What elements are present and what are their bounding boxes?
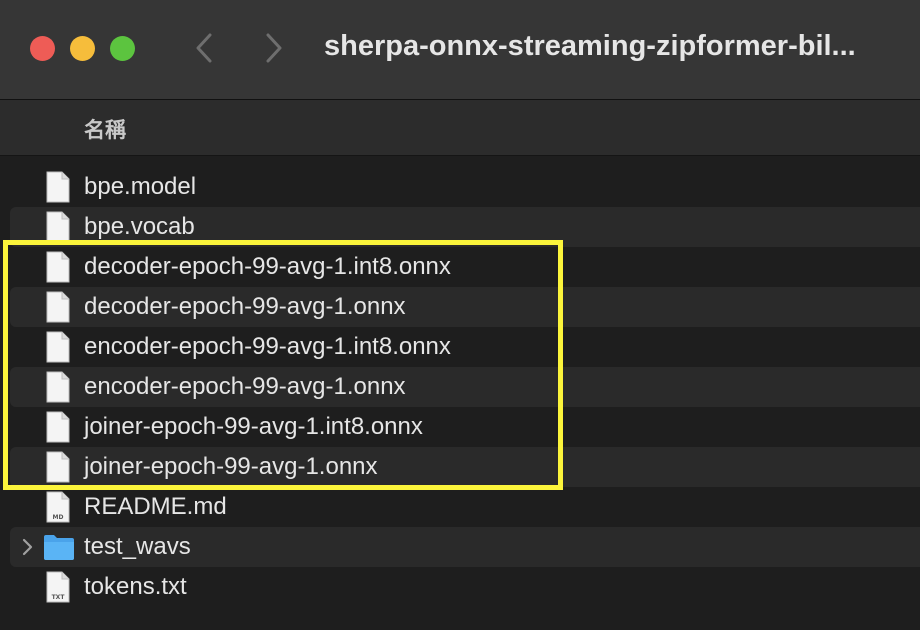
- file-name: decoder-epoch-99-avg-1.onnx: [84, 293, 406, 320]
- file-row[interactable]: encoder-epoch-99-avg-1.int8.onnx: [0, 327, 920, 367]
- chevron-left-icon: [196, 33, 212, 63]
- folder-icon: [44, 535, 74, 560]
- file-name: encoder-epoch-99-avg-1.int8.onnx: [84, 333, 451, 360]
- zoom-window-button[interactable]: [110, 36, 135, 61]
- column-header: 名稱: [0, 100, 920, 156]
- text-file-icon: TXT: [46, 571, 70, 603]
- name-column-header[interactable]: 名稱: [84, 114, 126, 144]
- file-row[interactable]: MD README.md: [0, 487, 920, 527]
- file-name: joiner-epoch-99-avg-1.int8.onnx: [84, 413, 423, 440]
- file-row[interactable]: encoder-epoch-99-avg-1.onnx: [0, 367, 920, 407]
- document-icon: [46, 411, 70, 443]
- document-icon: [46, 251, 70, 283]
- file-name: encoder-epoch-99-avg-1.onnx: [84, 373, 406, 400]
- file-row[interactable]: bpe.model: [0, 167, 920, 207]
- file-name: bpe.model: [84, 173, 197, 200]
- file-name: tokens.txt: [84, 573, 187, 600]
- file-row[interactable]: joiner-epoch-99-avg-1.int8.onnx: [0, 407, 920, 447]
- file-name: bpe.vocab: [84, 213, 195, 240]
- document-icon: [46, 171, 70, 203]
- close-window-button[interactable]: [30, 36, 55, 61]
- file-name: README.md: [84, 493, 227, 520]
- chevron-right-icon[interactable]: [18, 537, 36, 557]
- file-type-badge: TXT: [52, 594, 66, 601]
- markdown-file-icon: MD: [46, 491, 70, 523]
- file-type-badge: MD: [53, 514, 64, 521]
- file-name: decoder-epoch-99-avg-1.int8.onnx: [84, 253, 451, 280]
- file-name: test_wavs: [84, 533, 191, 560]
- file-row[interactable]: decoder-epoch-99-avg-1.onnx: [0, 287, 920, 327]
- file-row[interactable]: decoder-epoch-99-avg-1.int8.onnx: [0, 247, 920, 287]
- document-icon: [46, 331, 70, 363]
- minimize-window-button[interactable]: [70, 36, 95, 61]
- file-row[interactable]: joiner-epoch-99-avg-1.onnx: [0, 447, 920, 487]
- document-icon: [46, 291, 70, 323]
- file-row[interactable]: bpe.vocab: [0, 207, 920, 247]
- back-button[interactable]: [186, 28, 222, 68]
- document-icon: [46, 211, 70, 243]
- forward-button[interactable]: [256, 28, 292, 68]
- chevron-right-icon: [266, 33, 282, 63]
- document-icon: [46, 371, 70, 403]
- file-list: bpe.model bpe.vocab decoder-epoch-99-avg-1…: [0, 167, 920, 607]
- finder-window: sherpa-onnx-streaming-zipformer-bil... 名…: [0, 0, 920, 630]
- window-title: sherpa-onnx-streaming-zipformer-bil...: [324, 30, 856, 62]
- file-row[interactable]: TXT tokens.txt: [0, 567, 920, 607]
- title-bar: sherpa-onnx-streaming-zipformer-bil...: [0, 0, 920, 100]
- document-icon: [46, 451, 70, 483]
- file-name: joiner-epoch-99-avg-1.onnx: [84, 453, 378, 480]
- file-row[interactable]: test_wavs: [0, 527, 920, 567]
